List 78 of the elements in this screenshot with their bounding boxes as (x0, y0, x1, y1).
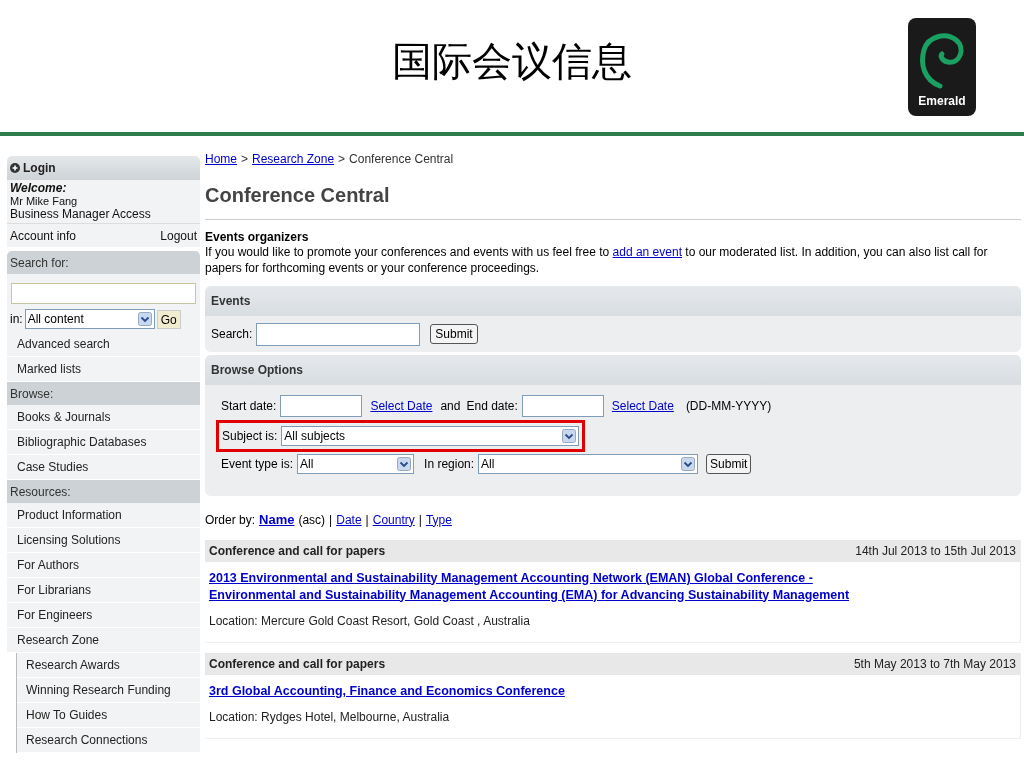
order-text: | (365, 511, 369, 529)
breadcrumb-link[interactable]: Home (205, 150, 237, 168)
sidebar-link[interactable]: Case Studies (7, 455, 200, 480)
event-type-select[interactable]: All (297, 454, 415, 474)
sidebar-heading: Resources: (7, 480, 200, 503)
panel-title: Browse Options (205, 355, 1021, 385)
login-title: Login (23, 160, 56, 177)
sidebar-heading: Search for: (7, 251, 200, 274)
sidebar-link[interactable]: Bibliographic Databases (7, 430, 200, 455)
sidebar-link[interactable]: For Librarians (7, 578, 200, 603)
end-date-input[interactable] (521, 395, 604, 417)
sidebar-link[interactable]: Advanced search (7, 332, 200, 357)
event-search-input[interactable] (256, 322, 421, 346)
add-event-link[interactable]: add an event (612, 245, 682, 259)
sidebar-link[interactable]: For Authors (7, 553, 200, 578)
event-type-label: Event type is: (221, 456, 294, 473)
sidebar-link[interactable]: Research Connections (17, 728, 200, 753)
sidebar-link[interactable]: Product Information (7, 503, 200, 528)
sidebar-link[interactable]: For Engineers (7, 603, 200, 628)
subject-select[interactable]: All subjects (281, 426, 580, 446)
sidebar-link[interactable]: Books & Journals (7, 405, 200, 430)
logo-text: Emerald (918, 93, 966, 110)
sort-link[interactable]: Type (425, 510, 452, 529)
sort-link[interactable]: Name (259, 510, 295, 530)
submit-button[interactable]: Submit (706, 454, 752, 474)
breadcrumb-link[interactable]: Research Zone (252, 150, 335, 168)
sidebar-link[interactable]: Marked lists (7, 357, 200, 382)
scope-label: in: (10, 311, 23, 328)
scope-select[interactable]: All content (24, 309, 155, 329)
end-date-label: End date: (466, 398, 518, 415)
slide-title: 国际会议信息 (392, 38, 632, 85)
start-date-label: Start date: (221, 398, 277, 415)
welcome-label: Welcome: (10, 182, 68, 195)
event-dates: 5th May 2013 to 7th May 2013 (853, 655, 1016, 673)
page-heading: Conference Central (205, 180, 1021, 220)
access-level: Business Manager Access (10, 208, 152, 221)
event-location: Location: Mercure Gold Coast Resort, Gold Coast , Australia (208, 612, 531, 630)
sidebar-heading: Browse: (7, 382, 200, 405)
subject-label: Subject is: (222, 428, 278, 445)
region-label: In region: (424, 456, 475, 473)
search-label: Search: (211, 326, 253, 343)
plus-circle-icon (10, 163, 20, 173)
sidebar-link[interactable]: How To Guides (17, 703, 200, 728)
event-location: Location: Rydges Hotel, Melbourne, Australia (208, 708, 451, 726)
breadcrumb-separator: > (241, 151, 249, 168)
start-date-input[interactable] (280, 395, 363, 417)
logout-link[interactable]: Logout (160, 226, 197, 245)
login-header[interactable]: Login (7, 156, 200, 180)
sort-link[interactable]: Country (372, 510, 415, 529)
sidebar-link[interactable]: Research Zone (7, 628, 200, 653)
account-info-link[interactable]: Account info (10, 226, 77, 245)
order-text: (asc) (298, 511, 326, 529)
event-type: Conference and call for papers (209, 542, 386, 560)
order-by-label: Order by: (205, 511, 255, 529)
search-input[interactable] (11, 283, 196, 304)
event-dates: 14th Jul 2013 to 15th Jul 2013 (855, 542, 1016, 560)
sidebar-link[interactable]: Winning Research Funding (17, 678, 200, 703)
intro-paragraph: If you would like to promote your conferences and events with us feel free to add an event to our moderated list. In addition, you can also list call for papers for forthcoming events or your conference proceedings. (205, 244, 989, 276)
select-date-link[interactable]: Select Date (370, 397, 433, 415)
breadcrumb-current: Conference Central (349, 151, 454, 168)
region-select[interactable]: All (478, 454, 699, 474)
sidebar-link[interactable]: Research Awards (17, 653, 200, 678)
select-date-link[interactable]: Select Date (611, 397, 674, 415)
sidebar-link[interactable]: Licensing Solutions (7, 528, 200, 553)
order-text: | (418, 511, 422, 529)
event-title-link[interactable]: 2013 Environmental and Sustainability Management Accounting Network (EMAN) Global Conference - Environmental and Sustainability Management Accounting (EMA) for Advancing Sustainability Management (209, 569, 869, 604)
panel-title: Events (205, 286, 1021, 316)
user-name: Mr Mike Fang (10, 195, 79, 208)
intro-heading: Events organizers (205, 230, 310, 244)
go-button[interactable]: Go (156, 309, 181, 329)
sort-link[interactable]: Date (336, 510, 362, 529)
event-type: Conference and call for papers (209, 655, 386, 673)
order-text: | (329, 511, 333, 529)
breadcrumb-separator: > (338, 151, 346, 168)
date-format-hint: (DD-MM-YYYY) (685, 398, 772, 415)
event-title-link[interactable]: 3rd Global Accounting, Finance and Economics Conference (209, 682, 869, 700)
and-label: and (440, 398, 461, 415)
submit-button[interactable]: Submit (430, 324, 478, 344)
